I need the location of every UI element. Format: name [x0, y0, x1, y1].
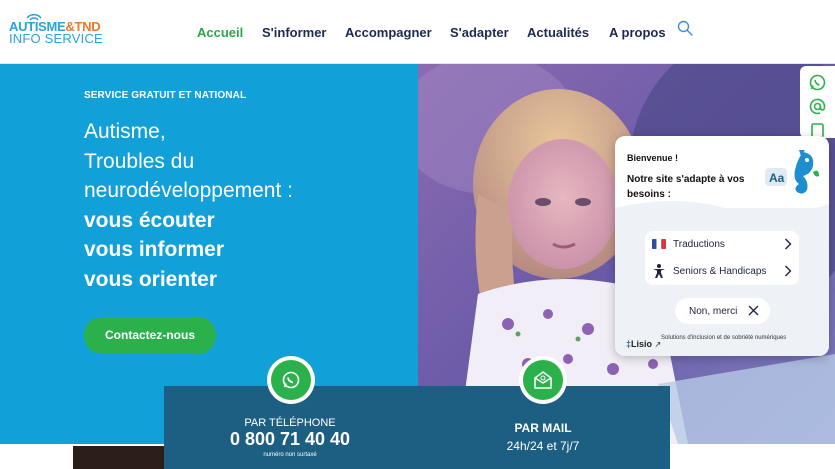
- mail-label: PAR MAIL: [514, 421, 572, 435]
- site-header: AUTISME&TND INFO SERVICE Accueil S'infor…: [0, 0, 835, 64]
- lisio-tagline: Solutions d'inclusion et de sobriété num…: [661, 335, 787, 341]
- lisio-brand-name: Lisio: [631, 339, 653, 349]
- mail-icon: [534, 371, 552, 389]
- phone-number[interactable]: 0 800 71 40 40: [210, 429, 370, 450]
- lisio-accessibility-panel: Bienvenue ! Notre site s'adapte à vos be…: [615, 136, 829, 356]
- hero-title: Autisme, Troubles du neurodéveloppement …: [84, 117, 293, 294]
- phone-note: numéro non surtaxé: [263, 452, 317, 458]
- lisio-decline-label: Non, merci: [689, 306, 738, 317]
- hero-eyebrow: SERVICE GRATUIT ET NATIONAL: [84, 90, 247, 101]
- lisio-options-list: Traductions Seniors & Handicaps: [645, 231, 799, 285]
- mail-circle[interactable]: [519, 356, 567, 404]
- nav-item-apropos[interactable]: A propos: [609, 25, 666, 40]
- search-icon[interactable]: [677, 20, 693, 36]
- accessibility-icon: [653, 264, 665, 278]
- lisio-option-label: Seniors & Handicaps: [673, 266, 767, 277]
- lisio-decline-button[interactable]: Non, merci: [675, 298, 770, 324]
- contact-us-button[interactable]: Contactez-nous: [84, 317, 216, 354]
- page: AUTISME&TND INFO SERVICE Accueil S'infor…: [0, 0, 835, 469]
- mail-hours: 24h/24 et 7j/7: [506, 439, 580, 453]
- nav-item-actualites[interactable]: Actualités: [527, 25, 589, 40]
- nav-item-sadapter[interactable]: S'adapter: [450, 25, 509, 40]
- lisio-welcome: Bienvenue !: [627, 153, 679, 163]
- phone-label: PAR TÉLÉPHONE: [244, 417, 336, 429]
- hero-title-bold-line: vous écouter: [84, 208, 215, 232]
- below-fold-image: [73, 446, 164, 469]
- lisio-option-label: Traductions: [673, 239, 725, 250]
- phone-circle[interactable]: [267, 356, 315, 404]
- hero-title-line: Autisme,: [84, 120, 166, 143]
- hero-title-line: neurodéveloppement :: [84, 179, 293, 202]
- whatsapp-phone-icon: [282, 371, 300, 389]
- nav-item-sinformer[interactable]: S'informer: [262, 25, 327, 40]
- hero-title-bold-line: vous orienter: [84, 267, 218, 291]
- chevron-right-icon: [785, 265, 792, 277]
- seahorse-mascot-icon: Aa: [765, 150, 819, 194]
- hero-title-bold-line: vous informer: [84, 238, 225, 261]
- hero-title-line: Troubles du: [84, 149, 195, 173]
- flag-fr-icon: [652, 238, 666, 250]
- close-icon: [748, 305, 759, 316]
- site-logo[interactable]: AUTISME&TND INFO SERVICE: [9, 10, 119, 50]
- svg-text:Aa: Aa: [769, 171, 785, 185]
- nav-item-accueil[interactable]: Accueil: [197, 25, 243, 40]
- lisio-brand[interactable]: ‡Lisio ↗: [626, 339, 661, 349]
- side-contact-tabs: [800, 66, 835, 138]
- logo-line-2: INFO SERVICE: [9, 31, 103, 46]
- external-link-icon: ↗: [654, 340, 662, 349]
- nav-item-accompagner[interactable]: Accompagner: [345, 25, 432, 40]
- lisio-option-seniors[interactable]: Seniors & Handicaps: [645, 258, 799, 285]
- whatsapp-icon[interactable]: [809, 74, 826, 91]
- contact-bar: PAR TÉLÉPHONE 0 800 71 40 40 numéro non …: [164, 356, 670, 469]
- at-icon[interactable]: [809, 98, 826, 115]
- chevron-right-icon: [785, 238, 792, 250]
- lisio-option-translations[interactable]: Traductions: [645, 231, 799, 258]
